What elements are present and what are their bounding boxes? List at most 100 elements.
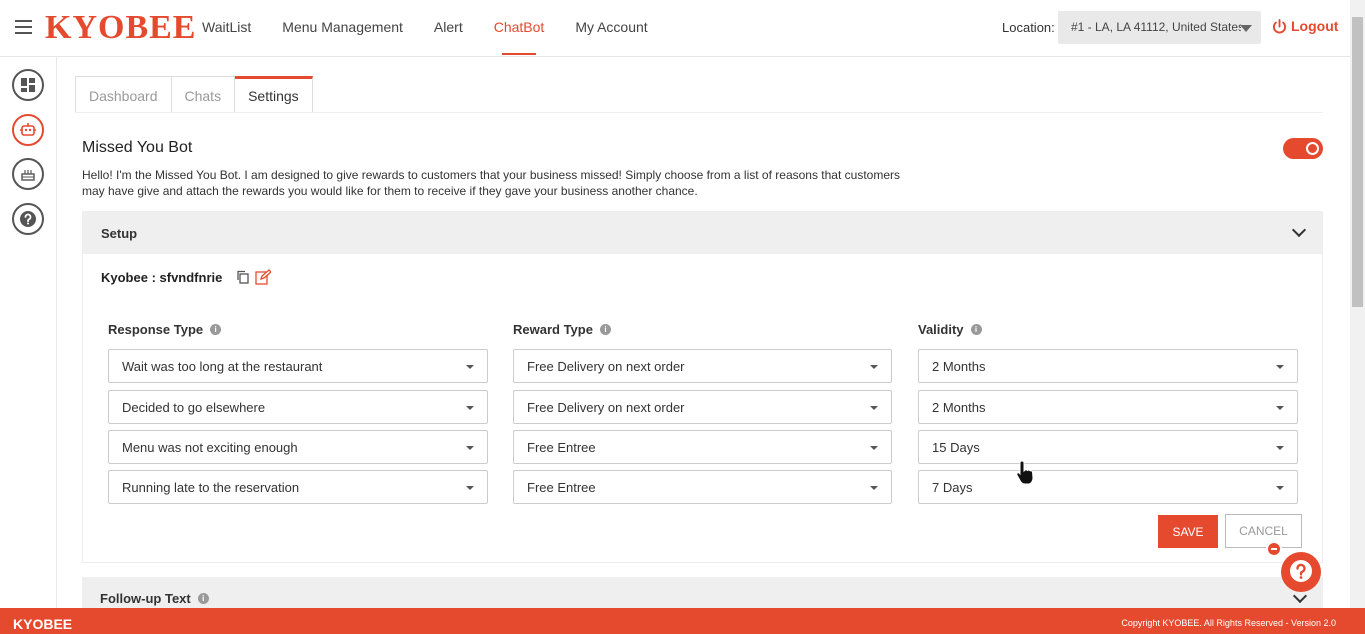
tab-settings[interactable]: Settings (235, 76, 313, 113)
nav-waitlist[interactable]: WaitList (202, 0, 251, 57)
followup-panel-header[interactable]: Follow-up Text i (82, 577, 1323, 608)
caret-down-icon (870, 486, 878, 490)
save-button[interactable]: SAVE (1158, 515, 1218, 548)
validity-label: Validity (918, 321, 964, 337)
chevron-down-icon[interactable] (1291, 222, 1307, 238)
select-value: Menu was not exciting enough (122, 440, 298, 455)
caret-down-icon (1276, 486, 1284, 490)
validity-select[interactable]: 15 Days (918, 430, 1298, 464)
caret-down-icon (466, 365, 474, 369)
hamburger-menu-icon[interactable] (15, 20, 32, 34)
validity-column: Validity i (918, 319, 1298, 339)
footer: KYOBEE Copyright KYOBEE. All Rights Rese… (0, 608, 1365, 634)
info-icon[interactable]: i (599, 323, 611, 335)
tab-divider (75, 112, 1323, 113)
info-icon[interactable]: i (970, 323, 982, 335)
caret-down-icon (1240, 25, 1252, 32)
select-value: 2 Months (932, 400, 986, 415)
reward-type-header: Reward Type i (513, 319, 893, 339)
toggle-knob (1306, 142, 1319, 155)
validity-select[interactable]: 7 Days (918, 470, 1298, 504)
power-icon (1273, 18, 1286, 33)
logout-label: Logout (1291, 18, 1339, 34)
response-type-label: Response Type (108, 321, 204, 337)
select-value: Free Entree (527, 440, 596, 455)
bot-description: Hello! I'm the Missed You Bot. I am desi… (82, 168, 900, 198)
main-nav: WaitList Menu Management Alert ChatBot M… (202, 0, 679, 57)
select-value: Running late to the reservation (122, 480, 300, 495)
select-value: Free Delivery on next order (527, 359, 685, 374)
chatbot-tabs: Dashboard Chats Settings (75, 76, 313, 113)
response-type-header: Response Type i (108, 319, 488, 339)
validity-select[interactable]: 2 Months (918, 390, 1298, 424)
help-chat-button[interactable] (1281, 552, 1321, 592)
nav-menu-management[interactable]: Menu Management (282, 0, 403, 57)
response-type-select[interactable]: Menu was not exciting enough (108, 430, 488, 464)
scrollbar-thumb[interactable] (1352, 17, 1363, 307)
help-icon[interactable] (12, 203, 44, 235)
caret-down-icon (466, 446, 474, 450)
caret-down-icon (870, 446, 878, 450)
kyobee-id-row: Kyobee : sfvndfnrie (101, 269, 272, 285)
followup-title: Follow-up Text (100, 591, 191, 606)
select-value: 7 Days (932, 480, 973, 495)
response-type-select[interactable]: Wait was too long at the restaurant (108, 349, 488, 383)
hand-cursor-icon (1016, 460, 1034, 485)
tab-dashboard[interactable]: Dashboard (75, 76, 172, 113)
reward-type-column: Reward Type i (513, 319, 893, 339)
reward-type-select[interactable]: Free Entree (513, 430, 892, 464)
select-value: Wait was too long at the restaurant (122, 359, 323, 374)
location-label: Location: (1002, 20, 1055, 35)
select-value: Free Delivery on next order (527, 400, 685, 415)
caret-down-icon (870, 406, 878, 410)
copy-icon[interactable] (236, 270, 250, 284)
response-type-select[interactable]: Decided to go elsewhere (108, 390, 488, 424)
caret-down-icon (1276, 365, 1284, 369)
followup-header: Follow-up Text i (100, 591, 209, 606)
select-value: Decided to go elsewhere (122, 400, 266, 415)
caret-down-icon (466, 406, 474, 410)
setup-title: Setup (101, 226, 138, 241)
reward-type-select[interactable]: Free Entree (513, 470, 892, 504)
footer-logo: KYOBEE (13, 616, 73, 632)
info-icon[interactable]: i (210, 323, 222, 335)
location-value: #1 - LA, LA 41112, United States (1071, 20, 1241, 34)
select-value: 15 Days (932, 440, 980, 455)
validity-header: Validity i (918, 319, 1298, 339)
info-icon[interactable]: i (197, 593, 209, 604)
cancel-button[interactable]: CANCEL (1225, 514, 1302, 548)
select-value: 2 Months (932, 359, 986, 374)
caret-down-icon (1276, 406, 1284, 410)
page-scrollbar[interactable] (1350, 0, 1365, 608)
response-type-select[interactable]: Running late to the reservation (108, 470, 488, 504)
response-type-column: Response Type i (108, 319, 488, 339)
reward-type-select[interactable]: Free Delivery on next order (513, 349, 892, 383)
nav-my-account[interactable]: My Account (575, 0, 647, 57)
edit-icon[interactable] (255, 269, 272, 285)
reward-type-select[interactable]: Free Delivery on next order (513, 390, 892, 424)
validity-select[interactable]: 2 Months (918, 349, 1298, 383)
select-value: Free Entree (527, 480, 596, 495)
bot-enabled-toggle[interactable] (1283, 138, 1323, 159)
dashboard-icon[interactable] (12, 69, 44, 101)
question-chat-icon (1290, 560, 1312, 582)
kyobee-logo[interactable]: KYOBEE (45, 8, 196, 48)
setup-panel-header[interactable]: Setup (83, 212, 1322, 254)
caret-down-icon (1276, 446, 1284, 450)
nav-chatbot[interactable]: ChatBot (494, 0, 544, 57)
nav-alert[interactable]: Alert (434, 0, 463, 57)
tab-chats[interactable]: Chats (171, 76, 236, 113)
caret-down-icon (870, 365, 878, 369)
sidebar (0, 57, 57, 608)
footer-copyright: Copyright KYOBEE. All Rights Reserved - … (1121, 618, 1336, 628)
help-close-icon[interactable] (1266, 541, 1282, 557)
cake-icon[interactable] (12, 158, 44, 190)
reward-type-label: Reward Type (513, 321, 593, 337)
kyobee-id-label: Kyobee : sfvndfnrie (101, 269, 223, 285)
top-nav: KYOBEE WaitList Menu Management Alert Ch… (0, 0, 1350, 57)
setup-panel: Setup Kyobee : sfvndfnrie Response Type … (82, 211, 1323, 563)
caret-down-icon (466, 486, 474, 490)
location-select[interactable]: #1 - LA, LA 41112, United States (1058, 11, 1261, 44)
logout-button[interactable]: Logout (1272, 18, 1338, 34)
chatbot-icon[interactable] (12, 114, 44, 146)
